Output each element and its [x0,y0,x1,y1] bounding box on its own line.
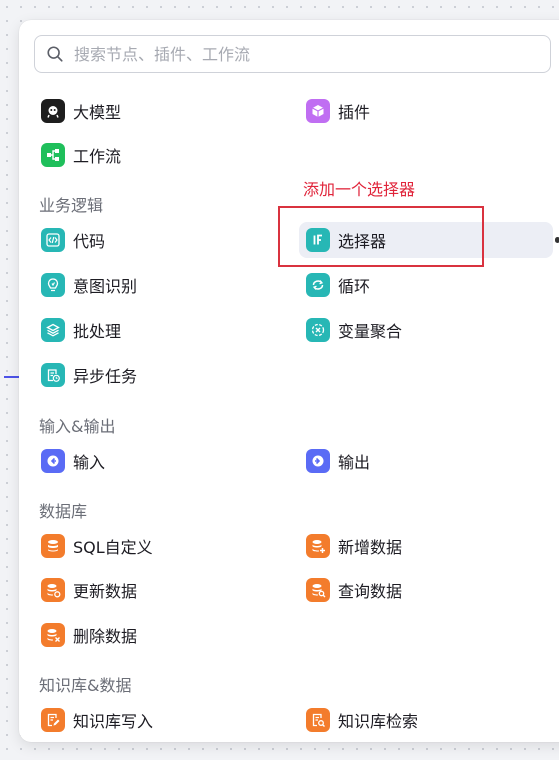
node-item-output[interactable]: 输出 [302,443,542,479]
search-box[interactable] [34,35,551,73]
node-label: 大模型 [73,103,122,122]
search-input[interactable] [72,43,550,65]
node-item-plugin[interactable]: 插件 [302,93,542,129]
annotation-label: 添加一个选择器 [303,180,416,199]
node-label: 工作流 [73,147,122,166]
connector-handle [555,237,559,243]
node-item-update-data[interactable]: 更新数据 [37,572,277,608]
section-title-logic: 业务逻辑 [39,196,104,215]
node-item-knowledge-search[interactable]: 知识库检索 [302,702,542,738]
node-label: 输入 [73,453,106,472]
node-item-code[interactable]: 代码 [37,222,277,258]
canvas-edge-line [4,376,20,378]
database-delete-icon [41,623,65,647]
code-icon [41,228,65,252]
node-label: 知识库检索 [338,712,419,731]
output-icon [306,449,330,473]
database-add-icon [306,534,330,558]
node-item-input[interactable]: 输入 [37,443,277,479]
node-label: 代码 [73,232,106,251]
plugin-cube-icon [306,99,330,123]
node-label: 插件 [338,103,371,122]
node-item-knowledge-write[interactable]: 知识库写入 [37,702,277,738]
node-label: 变量聚合 [338,322,403,341]
async-task-icon [41,363,65,387]
node-label: 删除数据 [73,627,138,646]
node-item-async-task[interactable]: 异步任务 [37,357,277,393]
input-icon [41,449,65,473]
section-title-knowledge: 知识库&数据 [39,676,132,695]
node-item-query-data[interactable]: 查询数据 [302,572,542,608]
node-item-llm[interactable]: 大模型 [37,93,277,129]
node-label: 异步任务 [73,367,138,386]
node-label: 批处理 [73,322,122,341]
knowledge-write-icon [41,708,65,732]
database-update-icon [41,578,65,602]
node-label: 循环 [338,277,371,296]
node-label: 查询数据 [338,582,403,601]
node-item-intent[interactable]: 意图识别 [37,267,277,303]
loop-icon [306,273,330,297]
node-label: 新增数据 [338,538,403,557]
node-item-workflow[interactable]: 工作流 [37,137,277,173]
node-item-sql[interactable]: SQL自定义 [37,528,277,564]
annotation-highlight-box [278,206,484,267]
knowledge-search-icon [306,708,330,732]
aggregate-icon [306,318,330,342]
batch-icon [41,318,65,342]
node-label: 输出 [338,453,371,472]
node-label: 意图识别 [73,277,138,296]
node-item-variable-aggregate[interactable]: 变量聚合 [302,312,542,348]
database-search-icon [306,578,330,602]
intent-icon [41,273,65,297]
database-sql-icon [41,534,65,558]
node-label: 知识库写入 [73,712,154,731]
node-item-batch[interactable]: 批处理 [37,312,277,348]
model-icon [41,99,65,123]
search-icon [47,46,63,62]
section-title-io: 输入&输出 [39,417,116,436]
workflow-icon [41,143,65,167]
node-label: 更新数据 [73,582,138,601]
section-title-database: 数据库 [39,502,88,521]
node-picker-panel: 大模型 插件 工作流 业务逻辑 代码 选择器 意图识别 循环 [19,20,559,742]
node-item-add-data[interactable]: 新增数据 [302,528,542,564]
node-item-delete-data[interactable]: 删除数据 [37,617,277,653]
node-label: SQL自定义 [73,538,153,557]
node-item-loop[interactable]: 循环 [302,267,542,303]
